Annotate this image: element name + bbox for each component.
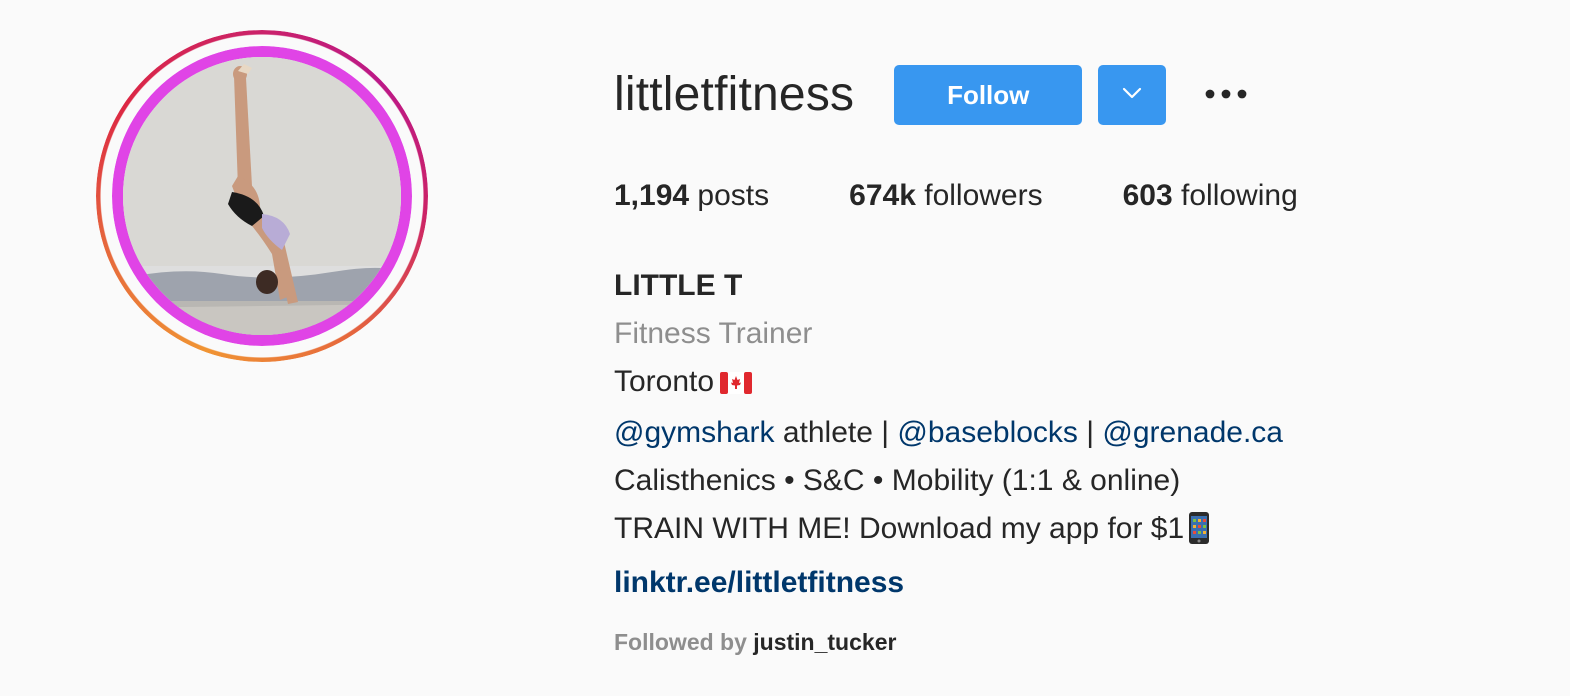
mention-baseblocks[interactable]: @baseblocks — [897, 416, 1078, 449]
suggested-accounts-button[interactable] — [1098, 65, 1167, 125]
following-label: following — [1181, 179, 1298, 212]
account-category: Fitness Trainer — [614, 317, 813, 350]
bio-link-line: linktr.ee/littletfitness — [614, 559, 1570, 607]
location-text: Toronto — [614, 365, 715, 398]
mention-grenade[interactable]: @grenade.ca — [1102, 416, 1283, 449]
bio-athlete-text: athlete | — [774, 416, 898, 449]
profile-page: littletfitness Follow 1,194 posts 674k f… — [0, 0, 1570, 696]
bio-disciplines-line: Calisthenics • S&C • Mobility (1:1 & onl… — [614, 464, 1181, 497]
bio-train-line: TRAIN WITH ME! Download my app for $1 — [614, 505, 1570, 559]
followers-count: 674k — [849, 179, 916, 212]
chevron-down-icon — [1122, 86, 1142, 104]
posts-label: posts — [697, 179, 770, 212]
followed-by-user[interactable]: justin_tucker — [753, 629, 896, 655]
username: littletfitness — [614, 68, 855, 121]
profile-avatar[interactable] — [96, 30, 428, 362]
following-count: 603 — [1122, 179, 1173, 212]
profile-bio: LITTLE T Fitness Trainer Toronto @gymsha… — [614, 262, 1570, 607]
more-options-icon — [1204, 86, 1248, 104]
follow-button[interactable]: Follow — [894, 65, 1083, 125]
mobile-phone-icon — [1188, 511, 1210, 559]
profile-website-link[interactable]: linktr.ee/littletfitness — [614, 566, 904, 599]
mention-gymshark[interactable]: @gymshark — [614, 416, 775, 449]
canada-flag-icon — [720, 361, 753, 409]
following-stat[interactable]: 603 following — [1123, 178, 1298, 214]
followers-label: followers — [924, 179, 1043, 212]
full-name: LITTLE T — [614, 269, 743, 302]
more-options-button[interactable] — [1202, 75, 1250, 115]
bio-mentions-line: @gymshark athlete | @baseblocks | @grena… — [614, 409, 1570, 457]
followed-by-label: Followed by — [614, 629, 747, 655]
followed-by: Followed by justin_tucker — [614, 629, 1570, 656]
bio-train-text: TRAIN WITH ME! Download my app for $1 — [614, 512, 1185, 545]
followers-stat[interactable]: 674k followers — [849, 178, 1042, 214]
bio-location-line: Toronto — [614, 358, 1570, 409]
profile-info: littletfitness Follow 1,194 posts 674k f… — [614, 60, 1570, 656]
avatar-photo — [112, 46, 412, 346]
posts-count: 1,194 — [614, 179, 690, 212]
profile-stats: 1,194 posts 674k followers 603 following — [614, 178, 1570, 214]
bio-separator: | — [1077, 416, 1103, 449]
posts-stat: 1,194 posts — [614, 178, 769, 214]
profile-header: littletfitness Follow — [614, 60, 1570, 130]
